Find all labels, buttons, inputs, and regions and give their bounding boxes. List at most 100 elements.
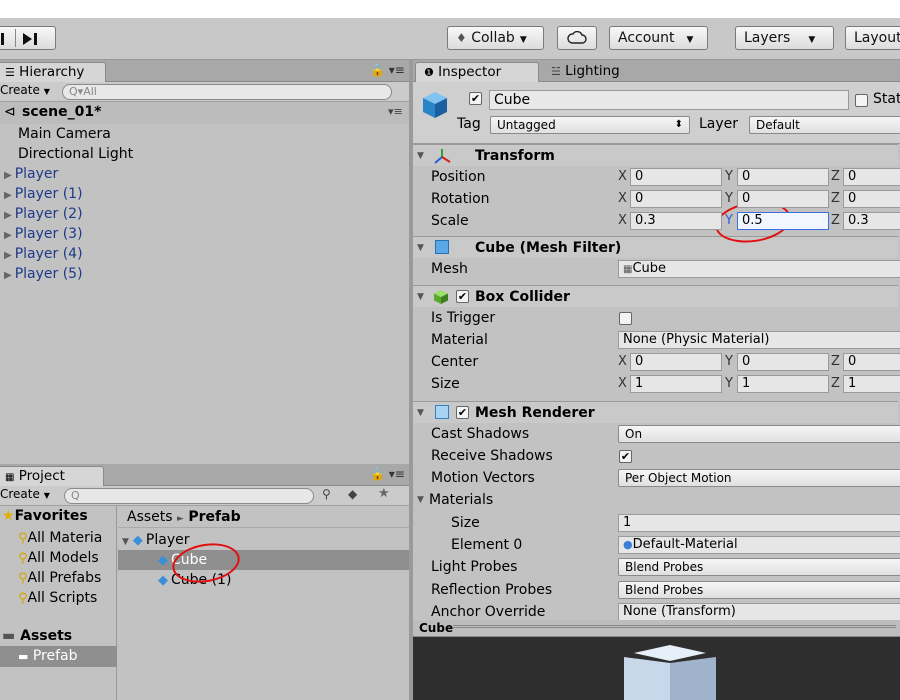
center-x-field[interactable]: 0 <box>630 353 722 371</box>
tag-dropdown[interactable]: Untagged ⬍ <box>490 116 690 134</box>
collider-material-field[interactable]: None (Physic Material) <box>618 331 900 349</box>
prefab-item[interactable]: ▼ ◆ Player <box>118 530 409 550</box>
breadcrumb-assets[interactable]: Assets <box>127 509 173 525</box>
favorite-item[interactable]: ⚲All Materia <box>18 528 102 548</box>
layers-button[interactable]: Layers ▼ <box>735 26 834 50</box>
prefab-item[interactable]: ◆ Cube (1) <box>118 570 409 590</box>
box-collider-enabled-checkbox[interactable]: ✔ <box>456 290 469 303</box>
favorite-item[interactable]: ⚲All Scripts <box>18 588 97 608</box>
hierarchy-create-button[interactable]: Create ▼ <box>0 83 50 97</box>
is-trigger-checkbox[interactable] <box>619 312 632 325</box>
preview-header[interactable]: Cube <box>413 620 900 637</box>
size-x-field[interactable]: 1 <box>630 375 722 393</box>
panel-menu-icon[interactable]: 🔒 ▾≡ <box>370 467 405 481</box>
foldout-arrow-icon[interactable]: ▼ <box>417 489 424 511</box>
foldout-arrow-icon[interactable]: ▼ <box>417 402 424 424</box>
expand-arrow-icon[interactable]: ▶ <box>4 210 12 221</box>
hierarchy-item[interactable]: Main Camera <box>0 124 111 144</box>
favorites-header[interactable]: ★Favorites <box>2 508 88 524</box>
center-y-field[interactable]: 0 <box>737 353 829 371</box>
hierarchy-item[interactable]: ▶ Player <box>0 164 58 184</box>
play-controls[interactable] <box>0 26 56 50</box>
cast-shadows-dropdown[interactable]: On <box>618 425 900 443</box>
static-checkbox[interactable] <box>855 94 868 107</box>
prefab-folder-item[interactable]: ▬ Prefab <box>0 646 117 667</box>
light-probes-label: Light Probes <box>431 559 518 575</box>
anchor-override-field[interactable]: None (Transform) <box>618 603 900 620</box>
foldout-arrow-icon[interactable]: ▼ <box>417 237 424 259</box>
expand-arrow-icon[interactable]: ▶ <box>4 170 12 181</box>
favorite-item[interactable]: ⚲All Prefabs <box>18 568 101 588</box>
hierarchy-item[interactable]: ▶ Player (5) <box>0 264 83 284</box>
collab-button[interactable]: ♦ Collab ▼ <box>447 26 544 50</box>
mesh-renderer-header[interactable]: ▼ ✔ Mesh Renderer <box>413 401 898 423</box>
scale-z-field[interactable]: 0.3 <box>843 212 900 230</box>
project-create-button[interactable]: Create ▼ <box>0 487 50 501</box>
receive-shadows-checkbox[interactable]: ✔ <box>619 450 632 463</box>
element-0-field[interactable]: ●Default-Material <box>618 536 900 554</box>
project-search-input[interactable]: Q <box>64 488 314 504</box>
center-z-field[interactable]: 0 <box>843 353 900 371</box>
foldout-arrow-icon[interactable]: ▼ <box>417 145 424 167</box>
tab-lighting[interactable]: ☱ Lighting <box>545 62 626 82</box>
tab-hierarchy[interactable]: ☰ Hierarchy <box>0 62 106 82</box>
scene-header[interactable]: ⊲ scene_01* ▾≡ <box>0 102 409 124</box>
tab-project[interactable]: ▦ Project <box>0 466 104 486</box>
hierarchy-item[interactable]: ▶ Player (4) <box>0 244 83 264</box>
foldout-arrow-icon[interactable]: ▼ <box>417 286 424 308</box>
search-icon: ⚲ <box>18 591 28 606</box>
tab-inspector[interactable]: ❶ Inspector <box>415 62 539 82</box>
box-collider-header[interactable]: ▼ ✔ Box Collider <box>413 285 898 307</box>
scale-x-field[interactable]: 0.3 <box>630 212 722 230</box>
object-name-field[interactable]: Cube <box>489 90 849 110</box>
hierarchy-item[interactable]: ▶ Player (3) <box>0 224 83 244</box>
axis-x-label: X <box>618 213 627 228</box>
hierarchy-search-input[interactable]: Q▾All <box>62 84 392 100</box>
size-y-field[interactable]: 1 <box>737 375 829 393</box>
expand-arrow-icon[interactable]: ▶ <box>4 190 12 201</box>
size-z-field[interactable]: 1 <box>843 375 900 393</box>
rotation-x-field[interactable]: 0 <box>630 190 722 208</box>
mesh-field[interactable]: ▦Cube <box>618 260 900 278</box>
expand-arrow-icon[interactable]: ▶ <box>4 230 12 241</box>
rotation-z-field[interactable]: 0 <box>843 190 900 208</box>
mesh-renderer-enabled-checkbox[interactable]: ✔ <box>456 406 469 419</box>
play-controls-separator <box>15 29 16 47</box>
account-button[interactable]: Account ▼ <box>609 26 708 50</box>
step-icon[interactable] <box>23 33 32 45</box>
axis-x-label: X <box>618 376 627 391</box>
favorite-star-icon[interactable]: ★ <box>378 486 390 501</box>
favorite-item[interactable]: ⚲All Models <box>18 548 99 568</box>
expand-arrow-icon[interactable]: ▶ <box>4 270 12 281</box>
breadcrumb-current[interactable]: Prefab <box>188 509 240 525</box>
materials-size-field[interactable]: 1 <box>618 514 900 532</box>
transform-header[interactable]: ▼ Transform <box>413 144 898 166</box>
scene-menu-icon[interactable]: ▾≡ <box>388 105 403 118</box>
hierarchy-item[interactable]: ▶ Player (1) <box>0 184 83 204</box>
scale-y-field[interactable]: 0.5 <box>737 212 829 230</box>
preview-drag-handle[interactable] <box>453 625 896 628</box>
rotation-y-field[interactable]: 0 <box>737 190 829 208</box>
expand-arrow-icon[interactable]: ▼ <box>122 537 129 547</box>
position-x-field[interactable]: 0 <box>630 168 722 186</box>
layout-button[interactable]: Layout <box>845 26 900 50</box>
layer-dropdown[interactable]: Default <box>749 116 900 134</box>
prefab-item[interactable]: ◆ Cube <box>118 550 409 570</box>
expand-arrow-icon[interactable]: ▶ <box>4 250 12 261</box>
filter-by-label-icon[interactable]: ◆ <box>348 487 357 501</box>
mesh-filter-header[interactable]: ▼ Cube (Mesh Filter) <box>413 236 898 258</box>
hierarchy-item[interactable]: Directional Light <box>0 144 133 164</box>
panel-menu-icon[interactable]: 🔒 ▾≡ <box>370 63 405 77</box>
position-y-field[interactable]: 0 <box>737 168 829 186</box>
play-button-icon[interactable] <box>1 33 4 45</box>
position-z-field[interactable]: 0 <box>843 168 900 186</box>
assets-header[interactable]: ▬ Assets <box>2 628 72 644</box>
hierarchy-item[interactable]: ▶ Player (2) <box>0 204 83 224</box>
light-probes-dropdown[interactable]: Blend Probes <box>618 558 900 576</box>
cloud-button[interactable] <box>557 26 597 50</box>
static-label: Stat <box>873 91 900 107</box>
reflection-probes-dropdown[interactable]: Blend Probes <box>618 581 900 599</box>
filter-by-type-icon[interactable]: ⚲ <box>322 487 331 501</box>
object-active-checkbox[interactable]: ✔ <box>469 92 482 105</box>
motion-vectors-dropdown[interactable]: Per Object Motion <box>618 469 900 487</box>
